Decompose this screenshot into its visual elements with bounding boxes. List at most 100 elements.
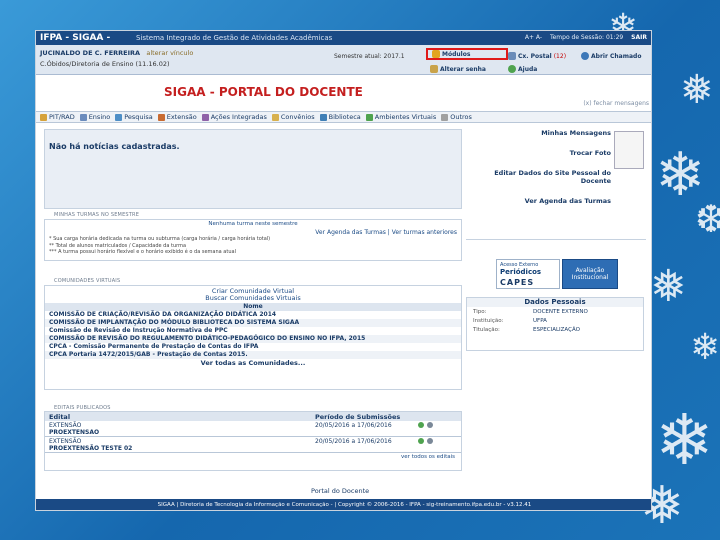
menu-item-ensino[interactable]: Ensino bbox=[79, 113, 110, 121]
personal-data-title: Dados Pessoais bbox=[467, 298, 643, 307]
mailbox-button[interactable]: Cx. Postal (12) bbox=[508, 50, 566, 62]
comunidades-links: Criar Comunidade Virtual Buscar Comunida… bbox=[45, 288, 461, 302]
menu-item-biblioteca[interactable]: Biblioteca bbox=[319, 113, 361, 121]
edital-subrow: PROEXTENSÃO TESTE 02 bbox=[45, 445, 461, 453]
avatar[interactable] bbox=[614, 131, 644, 169]
system-subtitle: Sistema Integrado de Gestão de Atividade… bbox=[136, 34, 333, 42]
divider bbox=[466, 239, 646, 240]
menu-icon bbox=[157, 113, 165, 121]
logout-link[interactable]: SAIR bbox=[631, 34, 647, 41]
session-time: Tempo de Sessão: 01:29 bbox=[549, 34, 624, 41]
menu-item-pesquisa[interactable]: Pesquisa bbox=[115, 113, 153, 121]
snowflake-icon: ❆ bbox=[695, 197, 720, 241]
comunidades-column-header: Nome bbox=[45, 303, 461, 311]
agenda-turmas-link[interactable]: Ver Agenda das Turmas bbox=[315, 229, 386, 236]
menu-icon bbox=[319, 113, 327, 121]
menu-icon bbox=[365, 113, 373, 121]
key-icon bbox=[430, 65, 438, 73]
page-title: SIGAA - PORTAL DO DOCENTE bbox=[164, 85, 363, 99]
comunidades-panel: Criar Comunidade Virtual Buscar Comunida… bbox=[44, 285, 462, 390]
evaluation-banner[interactable]: Avaliação Institucional bbox=[562, 259, 618, 289]
menu-icon bbox=[271, 113, 279, 121]
help-icon bbox=[508, 65, 516, 73]
modules-icon bbox=[432, 50, 440, 58]
menu-icon bbox=[115, 113, 123, 121]
menu-item-acoes-integradas[interactable]: Ações Integradas bbox=[201, 113, 267, 121]
editais-panel: Edital Período de Submissões EXTENSÃO 20… bbox=[44, 411, 462, 471]
edital-subrow: PROEXTENSAO bbox=[45, 429, 461, 437]
capes-banner[interactable]: Acesso Externo Periódicos CAPES bbox=[496, 259, 560, 289]
close-messages-link[interactable]: (x) fechar mensagens bbox=[583, 100, 649, 107]
personal-data-row: Tipo: DOCENTE EXTERNO bbox=[473, 308, 588, 315]
profile-links: Minhas Mensagens Trocar Foto Editar Dado… bbox=[466, 129, 611, 217]
user-unit: C.Óbidos/Diretoria de Ensino (11.16.02) bbox=[40, 60, 170, 68]
menu-icon bbox=[40, 113, 47, 121]
community-row[interactable]: Comissão de Revisão de Instrução Normati… bbox=[45, 327, 461, 335]
font-size-controls[interactable]: A+ A- bbox=[525, 34, 542, 41]
menu-item-convenios[interactable]: Convênios bbox=[271, 113, 315, 121]
community-row[interactable]: COMISSÃO DE IMPLANTAÇÃO DO MÓDULO BIBLIO… bbox=[45, 319, 461, 327]
menu-item-pit-rad[interactable]: PIT/RAD bbox=[40, 113, 75, 121]
news-text: Não há notícias cadastradas. bbox=[49, 142, 180, 151]
turmas-anteriores-link[interactable]: Ver turmas anteriores bbox=[392, 229, 457, 236]
community-row[interactable]: CPCA Portaria 1472/2015/GAB - Prestação … bbox=[45, 351, 461, 359]
all-communities-link[interactable]: Ver todas as Comunidades... bbox=[45, 359, 461, 367]
menu-icon bbox=[441, 113, 449, 121]
footer: SIGAA | Diretoria de Tecnologia da Infor… bbox=[36, 499, 651, 510]
menu-item-outros[interactable]: Outros bbox=[441, 113, 472, 121]
snowflake-icon: ❄ bbox=[655, 140, 706, 210]
portal-docente-link[interactable]: Portal do Docente bbox=[311, 487, 369, 495]
main-menu: PIT/RAD Ensino Pesquisa Extensão Ações I… bbox=[36, 111, 651, 123]
my-messages-link[interactable]: Minhas Mensagens bbox=[466, 129, 611, 137]
modules-button[interactable]: Módulos bbox=[426, 48, 508, 60]
user-info-bar: JUCINALDO DE C. FERREIRA alterar vínculo… bbox=[36, 45, 651, 75]
change-password-button[interactable]: Alterar senha bbox=[430, 63, 486, 75]
session-info: A+ A- Tempo de Sessão: 01:29 SAIR bbox=[525, 34, 647, 41]
change-link[interactable]: alterar vínculo bbox=[146, 49, 193, 57]
menu-icon bbox=[79, 113, 87, 121]
snowflake-icon: ❄ bbox=[655, 399, 714, 481]
open-ticket-button[interactable]: Abrir Chamado bbox=[581, 50, 641, 62]
system-header: IFPA - SIGAA - Sistema Integrado de Gest… bbox=[36, 31, 651, 45]
turmas-links: Ver Agenda das Turmas | Ver turmas anter… bbox=[315, 229, 457, 236]
menu-icon bbox=[201, 113, 209, 121]
turmas-panel: Nenhuma turma neste semestre Ver Agenda … bbox=[44, 219, 462, 261]
view-icon[interactable] bbox=[418, 422, 424, 428]
turmas-title: Nenhuma turma neste semestre bbox=[208, 221, 298, 227]
person-icon bbox=[581, 52, 589, 60]
snowflake-icon: ❅ bbox=[680, 67, 714, 113]
agenda-link[interactable]: Ver Agenda das Turmas bbox=[466, 197, 611, 205]
community-row[interactable]: COMISSÃO DE REVISÃO DO REGULAMENTO DIDÁT… bbox=[45, 335, 461, 343]
arrow-icon[interactable] bbox=[427, 422, 433, 428]
search-community-link[interactable]: Buscar Comunidades Virtuais bbox=[45, 295, 461, 302]
current-semester: Semestre atual: 2017.1 bbox=[334, 53, 405, 60]
system-title: IFPA - SIGAA - bbox=[40, 33, 111, 43]
period-column-header: Período de Submissões bbox=[315, 412, 401, 421]
personal-data-panel: Dados Pessoais Tipo: DOCENTE EXTERNO Inst… bbox=[466, 297, 644, 351]
edital-column-header: Edital bbox=[49, 412, 71, 421]
user-name: JUCINALDO DE C. FERREIRA alterar vínculo bbox=[40, 49, 194, 57]
help-button[interactable]: Ajuda bbox=[508, 63, 537, 75]
snowflake-icon: ❅ bbox=[650, 261, 687, 312]
mail-icon bbox=[508, 52, 516, 60]
turmas-section-title: MINHAS TURMAS NO SEMESTRE bbox=[54, 212, 140, 218]
personal-data-row: Titulação: ESPECIALIZAÇÃO bbox=[473, 326, 580, 333]
all-editais-link[interactable]: ver todos os editais bbox=[45, 454, 461, 460]
edital-row: EXTENSÃO 20/05/2016 a 17/06/2016 bbox=[45, 437, 461, 445]
arrow-icon[interactable] bbox=[427, 438, 433, 444]
browser-screenshot: IFPA - SIGAA - Sistema Integrado de Gest… bbox=[35, 30, 652, 511]
change-photo-link[interactable]: Trocar Foto bbox=[466, 149, 611, 157]
personal-data-row: Instituição: UFPA bbox=[473, 317, 547, 324]
edit-site-link[interactable]: Editar Dados do Site Pessoal do Docente bbox=[466, 169, 611, 185]
snowflake-icon: ❄ bbox=[690, 327, 720, 368]
comunidades-section-title: COMUNIDADES VIRTUAIS bbox=[54, 278, 121, 284]
menu-item-ambientes-virtuais[interactable]: Ambientes Virtuais bbox=[365, 113, 436, 121]
news-panel: Não há notícias cadastradas. bbox=[44, 129, 462, 209]
editais-header: Edital Período de Submissões bbox=[45, 412, 461, 421]
community-row[interactable]: COMISSÃO DE CRIAÇÃO/REVISÃO DA ORGANIZAÇ… bbox=[45, 311, 461, 319]
view-icon[interactable] bbox=[418, 438, 424, 444]
menu-item-extensao[interactable]: Extensão bbox=[157, 113, 197, 121]
edital-row: EXTENSÃO 20/05/2016 a 17/06/2016 bbox=[45, 421, 461, 429]
community-row[interactable]: CPCA - Comissão Permanente de Prestação … bbox=[45, 343, 461, 351]
turmas-note: *** A turma possui horário flexível e o … bbox=[49, 249, 236, 255]
